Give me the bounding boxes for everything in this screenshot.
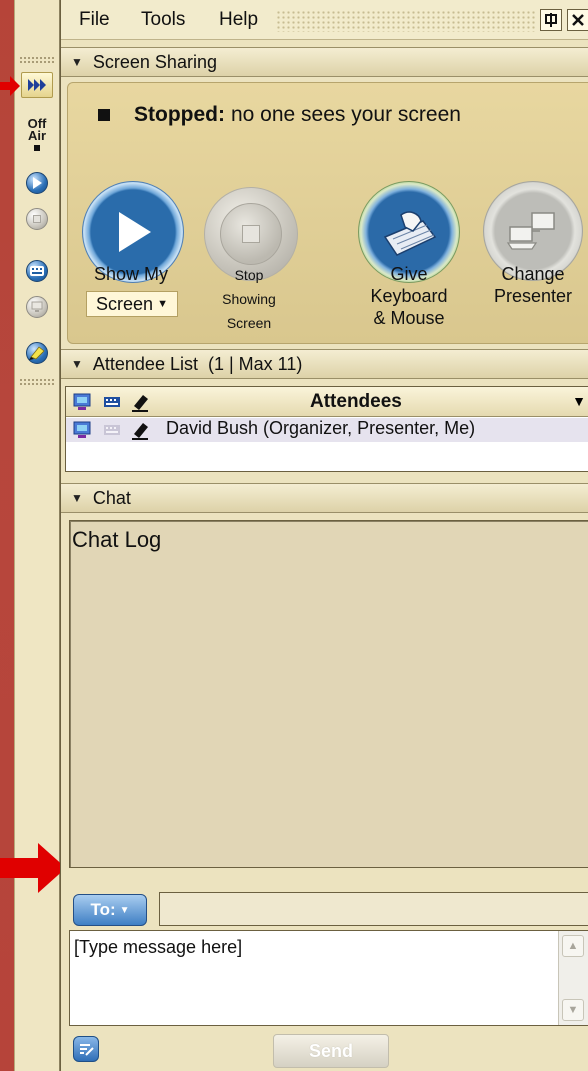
status-text: no one sees your screen xyxy=(230,103,461,126)
stop-icon xyxy=(220,203,282,265)
pin-panel-button[interactable] xyxy=(540,9,562,31)
close-panel-button[interactable] xyxy=(567,9,588,31)
computers-icon xyxy=(506,212,555,250)
play-icon xyxy=(26,172,48,194)
attendee-table: Attendees ▼ David Bush (Organizer, Prese… xyxy=(65,386,588,472)
stop-icon xyxy=(26,208,48,230)
chat-log[interactable]: Chat Log xyxy=(69,520,588,868)
menu-bar: File Tools Help xyxy=(61,0,588,40)
grip-handle-top[interactable] xyxy=(19,56,55,64)
attendee-list-title: Attendee List xyxy=(92,353,198,374)
chevron-down-icon: ▼ xyxy=(157,298,168,310)
attendee-list-header[interactable]: ▼ Attendee List (1 | Max 11) xyxy=(61,349,588,379)
annotate-icon xyxy=(132,423,148,440)
collapse-triangle-icon: ▼ xyxy=(71,357,83,371)
pin-icon xyxy=(545,13,557,27)
strip-highlighter-button[interactable] xyxy=(22,340,52,366)
attendee-name: David Bush (Organizer, Presenter, Me) xyxy=(166,418,476,438)
desktop-background xyxy=(0,0,14,1071)
stop-label-line3: Screen xyxy=(226,315,272,331)
red-arrow-top xyxy=(0,76,20,96)
recipient-field[interactable] xyxy=(159,892,588,926)
keyboard-hand-icon xyxy=(383,211,437,256)
give-label-line1: Give xyxy=(390,264,428,284)
chat-log-label: Chat Log xyxy=(72,527,162,552)
expand-panel-button[interactable] xyxy=(21,72,53,98)
attendee-count: (1 | Max 11) xyxy=(207,353,303,374)
keyboard-column-icon[interactable] xyxy=(102,392,122,412)
control-strip: Off Air xyxy=(14,0,60,1071)
sharing-status: Stopped: no one sees your screen xyxy=(98,103,461,127)
send-button-label: Send xyxy=(308,1040,353,1061)
change-presenter-label: Change Presenter xyxy=(473,263,588,307)
attendee-table-header: Attendees ▼ xyxy=(66,387,588,417)
show-my-label: Show My xyxy=(93,264,169,284)
scroll-up-icon[interactable]: ▲ xyxy=(562,935,584,957)
screen-sharing-title: Screen Sharing xyxy=(92,51,217,72)
close-icon xyxy=(572,14,584,26)
keyboard-icon xyxy=(26,260,48,282)
send-button[interactable]: Send xyxy=(273,1034,389,1068)
stop-showing-label: Stop Showing Screen xyxy=(194,263,304,335)
status-bold: Stopped: xyxy=(134,103,225,126)
computers-icon xyxy=(26,296,48,318)
change-label-line1: Change xyxy=(501,264,565,284)
change-label-line2: Presenter xyxy=(493,286,573,306)
collapse-triangle-icon: ▼ xyxy=(71,491,83,505)
chat-title: Chat xyxy=(92,487,131,508)
annotate-column-icon[interactable] xyxy=(130,392,150,412)
fast-forward-icon xyxy=(28,79,46,91)
grip-handle-bottom[interactable] xyxy=(19,378,55,386)
message-input[interactable]: [Type message here] ▲ ▼ xyxy=(69,930,588,1026)
give-label-line3: & Mouse xyxy=(373,308,445,328)
stop-label-line2: Showing xyxy=(222,291,276,307)
strip-keyboard-button[interactable] xyxy=(22,258,52,284)
chat-header[interactable]: ▼ Chat xyxy=(61,483,588,513)
screen-sharing-header[interactable]: ▼ Screen Sharing xyxy=(61,47,588,77)
attendee-row[interactable]: David Bush (Organizer, Presenter, Me) xyxy=(66,418,588,442)
to-button-label: To: xyxy=(90,900,116,919)
play-icon xyxy=(119,212,151,252)
keyboard-icon xyxy=(104,425,120,435)
menu-help[interactable]: Help xyxy=(219,9,258,31)
menu-grip[interactable] xyxy=(276,10,536,32)
off-air-line2: Air xyxy=(27,127,47,143)
compose-icon[interactable] xyxy=(73,1036,99,1062)
to-recipient-button[interactable]: To: ▼ xyxy=(73,894,147,926)
red-arrow-bottom xyxy=(0,843,66,893)
off-air-indicator: Off Air xyxy=(22,110,52,158)
presenter-icon xyxy=(73,421,91,438)
screen-dropdown[interactable]: Screen ▼ xyxy=(86,291,178,317)
strip-stop-button[interactable] xyxy=(22,206,52,232)
message-scrollbar[interactable]: ▲ ▼ xyxy=(558,931,588,1025)
strip-play-button[interactable] xyxy=(22,170,52,196)
collapse-triangle-icon: ▼ xyxy=(71,55,83,69)
screen-dropdown-value: Screen xyxy=(96,293,154,314)
screen-sharing-panel: Stopped: no one sees your screen Show My… xyxy=(67,82,588,344)
strip-presenter-button[interactable] xyxy=(22,294,52,320)
off-air-dot xyxy=(34,144,40,151)
presenter-column-icon[interactable] xyxy=(72,392,92,412)
stopped-square-icon xyxy=(98,109,110,121)
give-label-line2: Keyboard xyxy=(370,286,448,306)
menu-tools[interactable]: Tools xyxy=(141,9,185,31)
sort-menu-icon[interactable]: ▼ xyxy=(572,393,586,409)
chat-bottom-bar: Send xyxy=(61,1030,588,1071)
attendees-column-title[interactable]: Attendees xyxy=(310,391,402,413)
scroll-down-icon[interactable]: ▼ xyxy=(562,999,584,1021)
give-keyboard-label: Give Keyboard & Mouse xyxy=(350,263,468,329)
highlighter-icon xyxy=(26,342,48,364)
menu-file[interactable]: File xyxy=(79,9,110,31)
message-placeholder: [Type message here] xyxy=(74,937,243,957)
chevron-down-icon: ▼ xyxy=(119,904,130,916)
stop-label-line1: Stop xyxy=(234,267,264,283)
meeting-panel: File Tools Help ▼ Screen Sharing Stopped… xyxy=(60,0,588,1071)
